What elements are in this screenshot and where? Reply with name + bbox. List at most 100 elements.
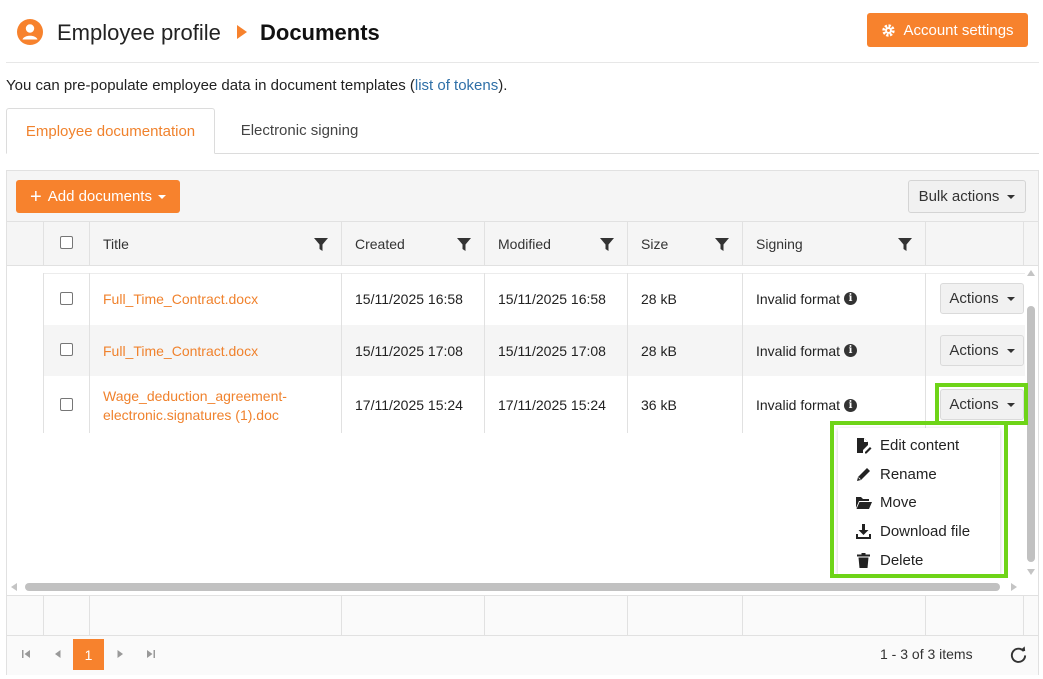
caret-down-icon <box>1006 348 1015 353</box>
first-page-icon[interactable] <box>20 648 34 660</box>
column-divider <box>742 222 743 265</box>
header-divider <box>6 62 1039 63</box>
column-divider <box>89 222 90 265</box>
row-actions-button[interactable]: Actions <box>940 335 1024 366</box>
previous-page-icon[interactable] <box>51 648 65 660</box>
highlight-actions-menu <box>830 421 1008 578</box>
signing-cell: Invalid format i <box>756 325 858 376</box>
user-avatar-icon <box>17 19 43 45</box>
caret-down-icon <box>157 194 166 199</box>
column-header-size[interactable]: Size <box>641 222 668 265</box>
signing-status: Invalid format <box>756 342 841 359</box>
size-cell: 28 kB <box>641 342 677 359</box>
actions-label: Actions <box>949 290 999 307</box>
created-cell: 17/11/2025 15:24 <box>355 397 463 413</box>
last-page-icon[interactable] <box>143 648 157 660</box>
actions-label: Actions <box>949 342 999 359</box>
account-settings-button[interactable]: Account settings <box>867 13 1028 47</box>
list-of-tokens-link[interactable]: list of tokens <box>415 77 498 94</box>
filter-icon[interactable] <box>715 238 729 252</box>
info-icon[interactable]: i <box>844 344 858 357</box>
column-divider <box>742 596 743 635</box>
size-cell: 36 kB <box>641 397 677 413</box>
refresh-icon[interactable] <box>1009 645 1028 664</box>
vertical-scrollbar-thumb[interactable] <box>1027 306 1035 562</box>
breadcrumb-employee-profile[interactable]: Employee profile <box>57 20 221 46</box>
signing-status: Invalid format <box>756 397 841 413</box>
scroll-up-arrow-icon[interactable] <box>1027 270 1035 276</box>
intro-text-after: ). <box>498 77 508 94</box>
row-actions-button[interactable]: Actions <box>940 283 1024 314</box>
info-icon[interactable]: i <box>844 398 858 412</box>
gear-icon <box>882 23 896 37</box>
column-divider <box>742 273 743 433</box>
column-header-title[interactable]: Title <box>103 222 129 265</box>
modified-cell: 15/11/2025 17:08 <box>498 342 606 359</box>
scroll-right-arrow-icon[interactable] <box>1011 583 1017 591</box>
caret-down-icon <box>1007 194 1016 199</box>
column-divider <box>43 273 44 433</box>
column-divider <box>341 596 342 635</box>
created-cell: 15/11/2025 16:58 <box>355 290 463 307</box>
column-divider <box>484 273 485 433</box>
chevron-right-icon <box>237 25 247 39</box>
column-divider <box>484 222 485 265</box>
created-cell: 15/11/2025 17:08 <box>355 342 463 359</box>
tab-electronic-signing[interactable]: Electronic signing <box>222 108 377 153</box>
pager-info: 1 - 3 of 3 items <box>880 646 973 662</box>
row-checkbox[interactable] <box>60 343 73 356</box>
column-divider <box>925 273 926 433</box>
row-checkbox[interactable] <box>60 398 73 411</box>
column-divider <box>341 222 342 265</box>
tab-employee-documentation[interactable]: Employee documentation <box>6 108 215 154</box>
column-header-modified[interactable]: Modified <box>498 222 551 265</box>
column-divider <box>925 596 926 635</box>
column-header-created[interactable]: Created <box>355 222 405 265</box>
column-divider <box>627 273 628 433</box>
bulk-actions-label: Bulk actions <box>918 188 1000 205</box>
signing-status: Invalid format <box>756 290 841 307</box>
filter-icon[interactable] <box>457 238 471 252</box>
caret-down-icon <box>1006 296 1015 301</box>
select-all-checkbox[interactable] <box>60 236 73 249</box>
intro-text: You can pre-populate employee data in do… <box>6 77 507 94</box>
signing-cell: Invalid format i <box>756 273 858 324</box>
account-settings-label: Account settings <box>903 21 1014 39</box>
modified-cell: 15/11/2025 16:58 <box>498 290 606 307</box>
intro-text-before: You can pre-populate employee data in do… <box>6 77 415 94</box>
column-divider <box>89 273 90 433</box>
bulk-actions-button[interactable]: Bulk actions <box>908 180 1026 213</box>
grid-footer-row <box>7 595 1038 636</box>
document-title-link[interactable]: Full_Time_Contract.docx <box>103 325 258 376</box>
column-divider <box>627 222 628 265</box>
column-divider <box>1023 596 1024 635</box>
add-documents-button[interactable]: + Add documents <box>16 180 180 213</box>
document-title-link[interactable]: Full_Time_Contract.docx <box>103 273 258 324</box>
filter-icon[interactable] <box>600 238 614 252</box>
scroll-down-arrow-icon[interactable] <box>1027 569 1035 575</box>
page-title: Documents <box>260 20 380 45</box>
filter-icon[interactable] <box>898 238 912 252</box>
document-title-line: electronic.signatures (1).doc <box>103 407 279 423</box>
column-divider <box>1023 222 1024 265</box>
filter-icon[interactable] <box>314 238 328 252</box>
highlight-actions-button <box>935 383 1028 425</box>
column-divider <box>925 222 926 265</box>
scroll-left-arrow-icon[interactable] <box>11 583 17 591</box>
row-checkbox[interactable] <box>60 292 73 305</box>
size-cell: 28 kB <box>641 290 677 307</box>
plus-icon: + <box>30 185 42 208</box>
column-divider <box>43 222 44 265</box>
next-page-icon[interactable] <box>113 648 127 660</box>
column-divider <box>484 596 485 635</box>
document-title-link[interactable]: Wage_deduction_agreement- electronic.sig… <box>103 384 287 428</box>
add-documents-label: Add documents <box>47 188 152 205</box>
document-title-line: Wage_deduction_agreement- <box>103 388 287 404</box>
info-icon[interactable]: i <box>844 292 858 305</box>
column-divider <box>627 596 628 635</box>
column-divider <box>89 596 90 635</box>
column-divider <box>341 273 342 433</box>
current-page-button[interactable]: 1 <box>73 639 104 670</box>
horizontal-scrollbar-thumb[interactable] <box>25 583 1000 591</box>
column-header-signing[interactable]: Signing <box>756 222 803 265</box>
